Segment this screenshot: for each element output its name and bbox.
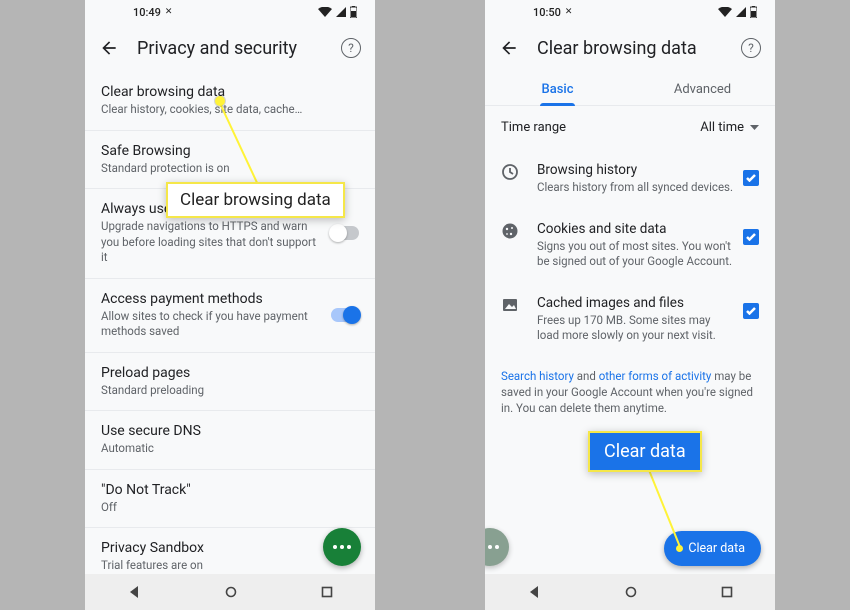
tab-basic[interactable]: Basic [485,72,630,105]
time-range-row[interactable]: Time range All time [485,106,775,149]
page-title: Privacy and security [137,38,341,59]
link-search-history[interactable]: Search history [501,369,574,383]
callout-clear-data: Clear data [588,431,702,472]
row-title: "Do Not Track" [101,482,359,498]
highlight-dot [215,96,225,106]
checkbox-cookies[interactable] [743,229,759,245]
toggle-payment-methods[interactable] [331,308,359,322]
header: Privacy and security ? [85,24,375,72]
help-icon[interactable]: ? [741,38,761,58]
checkbox-history[interactable] [743,170,759,186]
dots-icon [333,545,351,549]
help-icon[interactable]: ? [341,38,361,58]
fab-menu[interactable] [323,528,361,566]
opt-title: Cached images and files [537,295,733,311]
signal-icon [336,7,346,17]
phone-right: 10:50 ✕ Clear browsing data ? Basic Adva… [485,0,775,610]
row-title: Clear browsing data [101,84,359,100]
row-dnt[interactable]: "Do Not Track" Off [85,470,375,529]
opt-sub: Frees up 170 MB. Some sites may load mor… [537,313,733,343]
chevron-down-icon [750,125,759,130]
nav-bar [485,574,775,610]
nav-recent-icon[interactable] [721,586,733,598]
cookie-icon [501,222,521,244]
status-bar: 10:49 ✕ [85,0,375,24]
opt-sub: Clears history from all synced devices. [537,180,733,195]
row-sub: Allow sites to check if you have payment… [101,309,319,340]
nav-recent-icon[interactable] [321,586,333,598]
opt-cache[interactable]: Cached images and files Frees up 170 MB.… [485,282,775,356]
header: Clear browsing data ? [485,24,775,72]
nav-bar [85,574,375,610]
back-icon[interactable] [499,38,519,58]
row-payment-methods[interactable]: Access payment methods Allow sites to ch… [85,279,375,353]
row-sub: Clear history, cookies, site data, cache… [101,102,359,118]
image-icon [501,296,521,318]
status-time-dot: ✕ [165,7,173,17]
battery-icon [750,6,757,18]
row-sub: Standard preloading [101,383,359,399]
status-time: 10:50 [533,6,561,19]
opt-sub: Signs you out of most sites. You won't b… [537,239,733,269]
status-time-dot: ✕ [565,7,573,17]
page-title: Clear browsing data [537,38,741,59]
time-range-value: All time [700,120,744,135]
row-title: Privacy Sandbox [101,540,359,556]
row-preload[interactable]: Preload pages Standard preloading [85,353,375,412]
row-sub: Off [101,500,359,516]
row-title: Use secure DNS [101,423,359,439]
row-sub: Standard protection is on [101,161,359,177]
row-safe-browsing[interactable]: Safe Browsing Standard protection is on [85,131,375,190]
row-sub: Automatic [101,441,359,457]
callout-clear-browsing-data: Clear browsing data [166,182,345,218]
nav-back-icon[interactable] [527,585,541,599]
fab-partial[interactable] [485,528,509,566]
battery-icon [350,6,357,18]
history-icon [501,163,521,185]
opt-browsing-history[interactable]: Browsing history Clears history from all… [485,149,775,208]
clear-data-label: Clear data [688,541,745,556]
link-other-activity[interactable]: other forms of activity [599,369,712,383]
row-title: Preload pages [101,365,359,381]
signal-icon [736,7,746,17]
wifi-icon [318,7,332,17]
row-title: Safe Browsing [101,143,359,159]
tab-advanced[interactable]: Advanced [630,72,775,105]
row-secure-dns[interactable]: Use secure DNS Automatic [85,411,375,470]
opt-title: Cookies and site data [537,221,733,237]
wifi-icon [718,7,732,17]
row-title: Access payment methods [101,291,319,307]
toggle-always-https[interactable] [331,226,359,240]
checkbox-cache[interactable] [743,303,759,319]
opt-title: Browsing history [537,162,733,178]
row-sub: Upgrade navigations to HTTPS and warn yo… [101,219,319,266]
phone-left: 10:49 ✕ Privacy and security ? Clear bro… [85,0,375,610]
nav-home-icon[interactable] [625,586,637,598]
dots-icon [485,545,499,549]
opt-cookies[interactable]: Cookies and site data Signs you out of m… [485,208,775,282]
status-time: 10:49 [133,6,161,19]
tabs: Basic Advanced [485,72,775,106]
time-range-label: Time range [501,120,566,135]
nav-home-icon[interactable] [225,586,237,598]
row-sub: Trial features are on [101,558,359,574]
status-bar: 10:50 ✕ [485,0,775,24]
footer-note: Search history and other forms of activi… [485,356,775,428]
nav-back-icon[interactable] [127,585,141,599]
back-icon[interactable] [99,38,119,58]
